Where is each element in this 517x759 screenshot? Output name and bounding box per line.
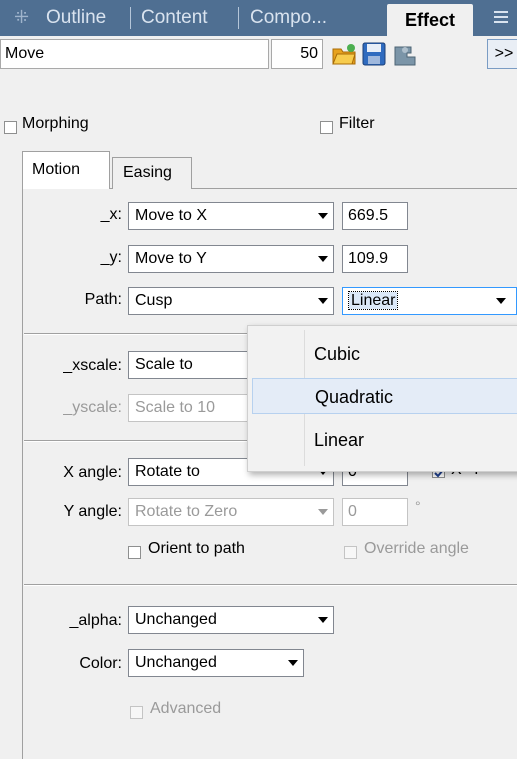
- advanced-checkbox: [130, 706, 143, 719]
- alpha-mode-select[interactable]: Unchanged: [128, 606, 334, 634]
- morphing-checkbox[interactable]: [4, 121, 17, 134]
- morphing-label: Morphing: [22, 115, 89, 132]
- yscale-mode-value: Scale to 10: [135, 399, 216, 416]
- puzzle-icon[interactable]: [392, 41, 418, 67]
- path-mode-value: Cusp: [135, 292, 173, 309]
- chevron-down-icon: [318, 256, 328, 262]
- path-mode-select[interactable]: Cusp: [128, 287, 334, 315]
- alpha-mode-value: Unchanged: [135, 611, 217, 628]
- color-mode-select[interactable]: Unchanged: [128, 649, 304, 677]
- orient-to-path-label: Orient to path: [148, 540, 245, 557]
- tab-easing[interactable]: Easing: [112, 157, 192, 189]
- x-mode-select[interactable]: Move to X: [128, 202, 334, 230]
- chevron-down-icon: [318, 617, 328, 623]
- alpha-label: _alpha:: [69, 612, 123, 629]
- yangle-label: Y angle:: [63, 503, 122, 520]
- tab-effect[interactable]: Effect: [387, 4, 473, 36]
- interp-option-cubic[interactable]: Cubic: [252, 336, 517, 372]
- chevron-down-icon: [496, 298, 506, 304]
- override-angle-checkbox: [344, 546, 357, 559]
- tab-outline[interactable]: Outline: [46, 0, 106, 36]
- color-mode-value: Unchanged: [135, 654, 217, 671]
- x-label: _x:: [100, 206, 122, 223]
- degree-symbol: °: [415, 498, 421, 514]
- advanced-label: Advanced: [150, 700, 222, 717]
- xscale-mode-value: Scale to: [135, 356, 193, 373]
- xangle-mode-value: Rotate to: [135, 463, 200, 480]
- chevron-down-icon: [318, 298, 328, 304]
- y-mode-select[interactable]: Move to Y: [128, 245, 334, 273]
- color-label: Color:: [79, 655, 122, 672]
- section-divider: [24, 585, 517, 586]
- save-disk-icon[interactable]: [361, 41, 387, 67]
- y-mode-value: Move to Y: [135, 250, 207, 267]
- interpolation-value: Linear: [347, 291, 399, 310]
- tab-overflow-icon[interactable]: [486, 0, 517, 36]
- filter-checkbox[interactable]: [320, 121, 333, 134]
- tab-separator: [238, 7, 239, 29]
- filter-label: Filter: [339, 115, 375, 132]
- yscale-label: _yscale:: [63, 399, 122, 416]
- path-label: Path:: [84, 291, 122, 308]
- interpolation-select[interactable]: Linear: [342, 287, 517, 315]
- x-mode-value: Move to X: [135, 207, 208, 224]
- chevron-down-icon: [318, 213, 328, 219]
- tab-motion[interactable]: Motion: [22, 151, 110, 189]
- interp-option-linear[interactable]: Linear: [252, 422, 517, 458]
- y-value-field[interactable]: 109.9: [342, 245, 408, 273]
- tab-separator: [130, 7, 131, 29]
- yangle-mode-value: Rotate to Zero: [135, 503, 238, 520]
- y-label: _y:: [100, 249, 122, 266]
- xangle-label: X angle:: [63, 464, 122, 481]
- chevron-down-icon: [318, 509, 328, 515]
- override-angle-label: Override angle: [364, 540, 469, 557]
- interp-option-quadratic[interactable]: Quadratic: [252, 378, 517, 414]
- yangle-value-field: 0: [342, 498, 408, 526]
- interpolation-dropdown-list: Cubic Quadratic Linear: [247, 325, 517, 472]
- open-folder-icon[interactable]: [331, 41, 357, 67]
- drag-grip-icon[interactable]: ⁜: [14, 6, 36, 28]
- duration-field[interactable]: 50: [271, 39, 323, 69]
- yangle-mode-select: Rotate to Zero: [128, 498, 334, 526]
- effect-name-field[interactable]: Move: [0, 39, 269, 69]
- xscale-label: _xscale:: [63, 357, 122, 374]
- more-button[interactable]: >>: [487, 39, 517, 69]
- orient-to-path-checkbox[interactable]: [128, 546, 141, 559]
- tab-components[interactable]: Compo...: [250, 0, 327, 36]
- chevron-down-icon: [288, 660, 298, 666]
- x-value-field[interactable]: 669.5: [342, 202, 408, 230]
- tab-content[interactable]: Content: [141, 0, 208, 36]
- menu-lines-icon: [494, 11, 508, 23]
